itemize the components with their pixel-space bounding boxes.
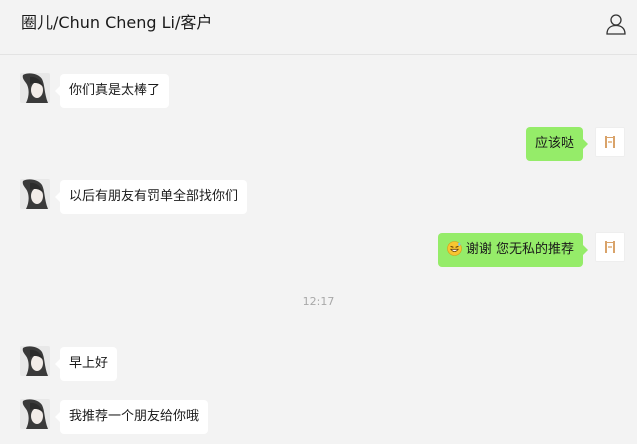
message-text: 早上好: [69, 356, 109, 371]
message-text: 应该哒: [534, 136, 574, 151]
message-text: 我推荐一个朋友给你哦: [69, 409, 200, 424]
message-bubble[interactable]: 应该哒: [525, 127, 589, 161]
message-bubble[interactable]: 谢谢 您无私的推荐: [437, 233, 589, 270]
message-bubble[interactable]: 以后有朋友有罚单全部找你们: [54, 180, 248, 214]
profile-icon[interactable]: [605, 13, 627, 35]
message-bubble[interactable]: 我推荐一个朋友给你哦: [54, 400, 209, 434]
message-text: 以后有朋友有罚单全部找你们: [69, 189, 239, 204]
grinning-sweat-emoji-icon: [447, 236, 462, 270]
message-text: 谢谢 您无私的推荐: [465, 242, 574, 257]
contact-avatar[interactable]: [20, 73, 50, 103]
chat-window: 圈儿/Chun Cheng Li/客户 你们真是太棒了 应该哒 以后有朋友有罚单…: [0, 0, 637, 444]
contact-avatar[interactable]: [20, 399, 50, 429]
chat-header: 圈儿/Chun Cheng Li/客户: [0, 0, 637, 55]
chat-title: 圈儿/Chun Cheng Li/客户: [21, 13, 213, 32]
message-bubble[interactable]: 早上好: [54, 347, 118, 381]
my-avatar[interactable]: [595, 127, 625, 157]
contact-avatar[interactable]: [20, 179, 50, 209]
contact-avatar[interactable]: [20, 346, 50, 376]
message-timestamp: 12:17: [302, 295, 335, 308]
message-bubble[interactable]: 你们真是太棒了: [54, 74, 170, 108]
message-text: 你们真是太棒了: [69, 83, 161, 98]
my-avatar[interactable]: [595, 232, 625, 262]
